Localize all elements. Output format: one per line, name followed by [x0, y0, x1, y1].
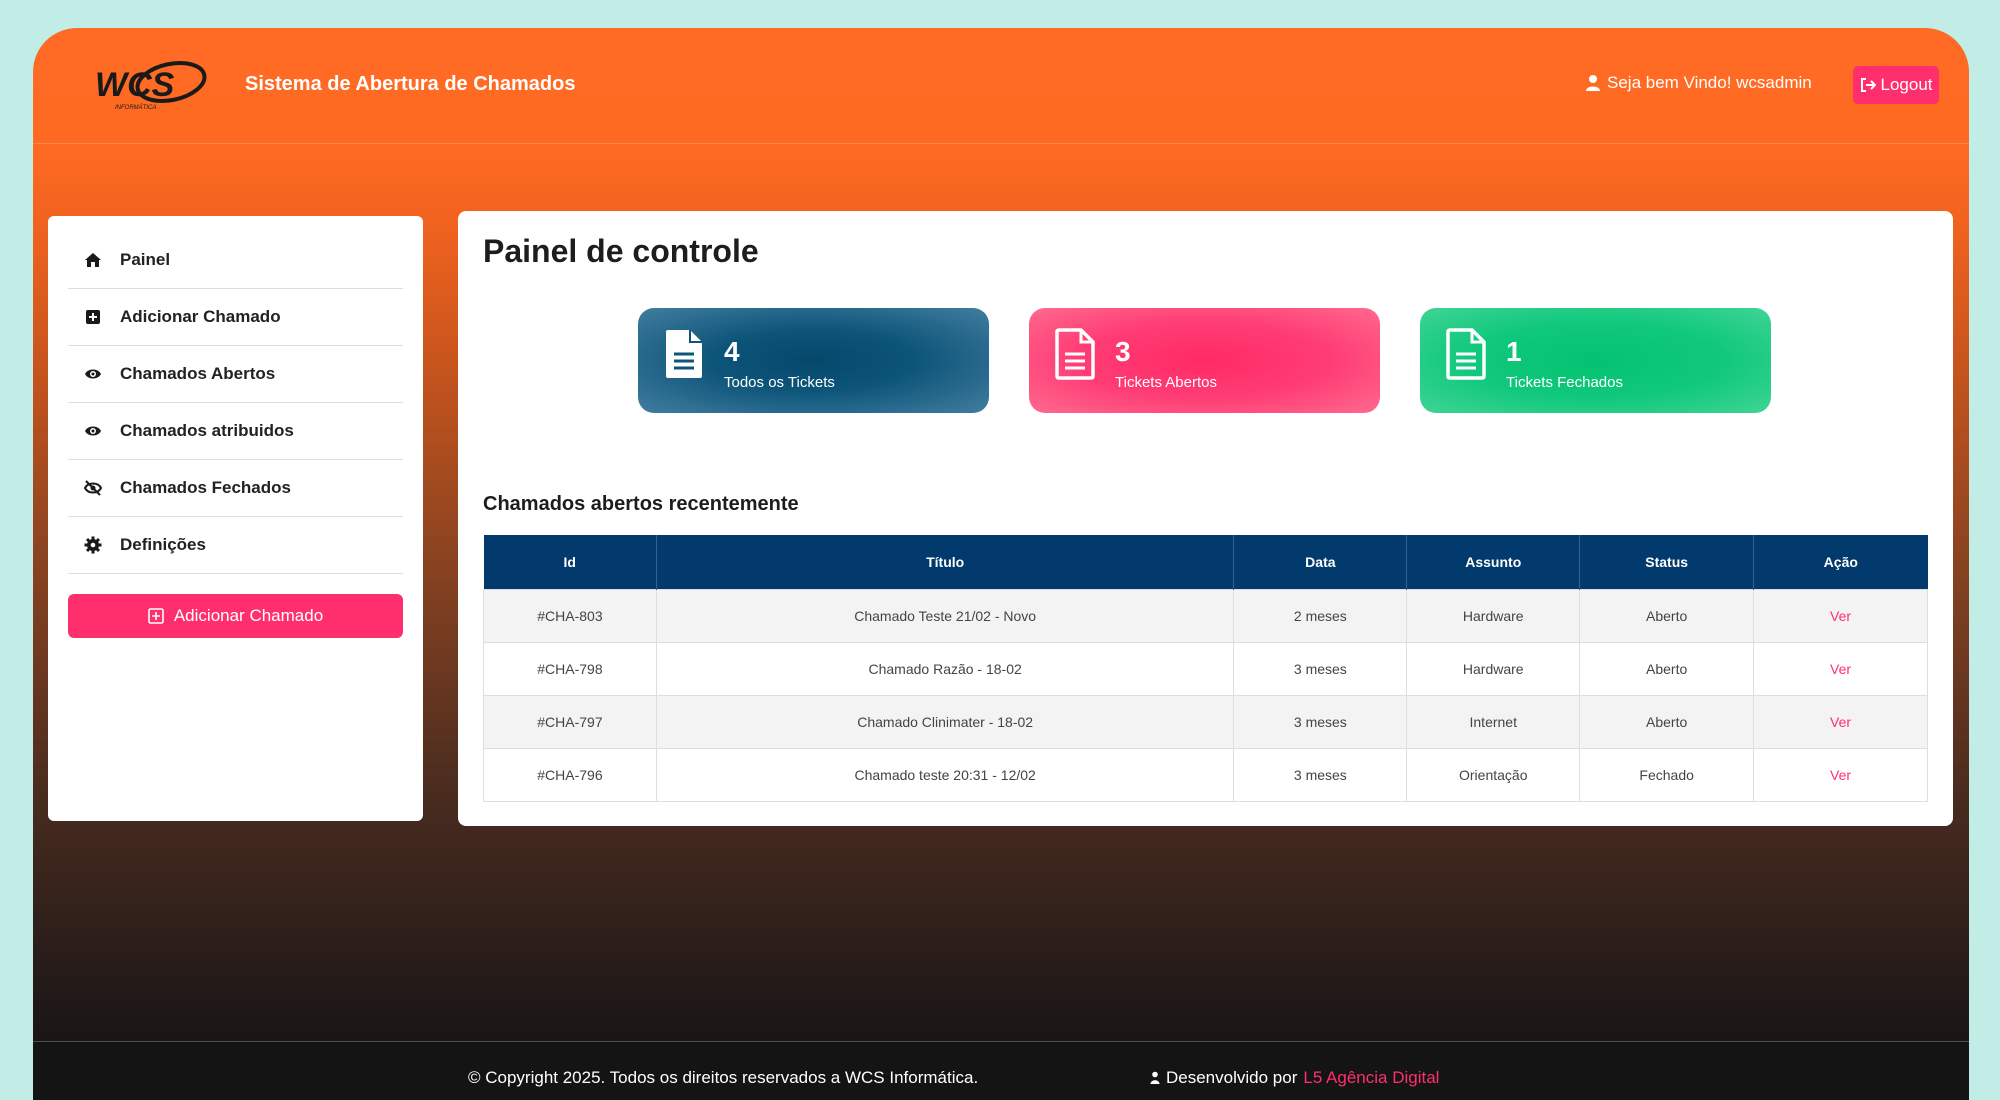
cell-data: 3 meses	[1233, 641, 1408, 696]
user-icon	[1586, 75, 1600, 91]
cell-status: Fechado	[1579, 747, 1755, 802]
copyright-text: © Copyright 2025. Todos os direitos rese…	[468, 1068, 979, 1087]
cell-status: Aberto	[1579, 588, 1755, 643]
card-label: Tickets Abertos	[1115, 374, 1217, 391]
user-icon	[1150, 1071, 1160, 1084]
sidebar-item-label: Definições	[120, 535, 206, 554]
table-row: #CHA-803 Chamado Teste 21/02 - Novo 2 me…	[483, 588, 1928, 643]
card-value: 4	[724, 336, 740, 367]
home-icon	[85, 253, 101, 267]
sidebar-item-chamados-atribuidos[interactable]: Chamados atribuidos	[68, 403, 403, 460]
column-header-acao: Ação	[1753, 535, 1928, 589]
main-panel: Painel de controle 4 Todos os Tickets 3 …	[458, 211, 1953, 826]
sidebar-item-painel[interactable]: Painel	[68, 232, 403, 289]
view-link[interactable]: Ver	[1753, 641, 1928, 696]
cell-assunto: Internet	[1406, 694, 1581, 749]
page-title: Painel de controle	[483, 233, 759, 269]
cell-id: #CHA-796	[483, 747, 657, 802]
card-open-tickets[interactable]: 3 Tickets Abertos	[1029, 308, 1380, 413]
logo-subtext: INFORMÁTICA	[115, 104, 156, 111]
cell-assunto: Orientação	[1406, 747, 1581, 802]
card-value: 3	[1115, 336, 1131, 367]
sidebar-item-label: Adicionar Chamado	[120, 307, 281, 326]
plus-square-icon	[86, 310, 100, 324]
cell-data: 3 meses	[1233, 694, 1408, 749]
table-header-row: Id Título Data Assunto Status Ação	[483, 535, 1928, 589]
sidebar-item-chamados-fechados[interactable]: Chamados Fechados	[68, 460, 403, 517]
table-row: #CHA-796 Chamado teste 20:31 - 12/02 3 m…	[483, 747, 1928, 802]
cell-titulo: Chamado teste 20:31 - 12/02	[655, 747, 1235, 802]
add-ticket-button[interactable]: Adicionar Chamado	[68, 594, 403, 638]
column-header-data: Data	[1233, 535, 1408, 589]
table-row: #CHA-798 Chamado Razão - 18-02 3 meses H…	[483, 641, 1928, 696]
cell-assunto: Hardware	[1406, 588, 1581, 643]
sidebar-item-adicionar-chamado[interactable]: Adicionar Chamado	[68, 289, 403, 346]
section-title: Chamados abertos recentemente	[483, 493, 799, 515]
sign-out-icon	[1860, 78, 1876, 92]
card-all-tickets[interactable]: 4 Todos os Tickets	[638, 308, 989, 413]
sidebar-item-label: Chamados Fechados	[120, 478, 291, 497]
column-header-id: Id	[483, 535, 657, 589]
logout-label: Logout	[1880, 75, 1933, 94]
file-icon	[1055, 328, 1095, 380]
app-frame: WCS INFORMÁTICA Sistema de Abertura de C…	[33, 28, 1969, 1100]
column-header-titulo: Título	[656, 535, 1235, 589]
cell-titulo: Chamado Teste 21/02 - Novo	[655, 588, 1235, 643]
sidebar-item-label: Chamados Abertos	[120, 364, 276, 383]
cell-assunto: Hardware	[1406, 641, 1581, 696]
developer-prefix: Desenvolvido por	[1166, 1068, 1298, 1087]
logo-text: WCS	[95, 66, 175, 104]
view-link[interactable]: Ver	[1753, 747, 1928, 802]
cell-status: Aberto	[1579, 694, 1755, 749]
eye-icon	[85, 369, 101, 379]
card-label: Tickets Fechados	[1506, 374, 1623, 391]
welcome-text: Seja bem Vindo! wcsadmin	[1585, 73, 1812, 93]
sidebar-item-chamados-abertos[interactable]: Chamados Abertos	[68, 346, 403, 403]
top-header: WCS INFORMÁTICA Sistema de Abertura de C…	[33, 28, 1969, 144]
cell-status: Aberto	[1579, 641, 1755, 696]
sidebar-item-definicoes[interactable]: Definições	[68, 517, 403, 574]
footer: © Copyright 2025. Todos os direitos rese…	[33, 1041, 1969, 1100]
column-header-status: Status	[1579, 535, 1755, 589]
cell-data: 3 meses	[1233, 747, 1408, 802]
cell-titulo: Chamado Razão - 18-02	[655, 641, 1235, 696]
gear-icon	[84, 536, 102, 554]
table-row: #CHA-797 Chamado Clinimater - 18-02 3 me…	[483, 694, 1928, 749]
welcome-label: Seja bem Vindo! wcsadmin	[1607, 73, 1812, 92]
developer-link[interactable]: L5 Agência Digital	[1303, 1068, 1439, 1088]
plus-square-icon	[148, 608, 164, 624]
wcs-logo: WCS INFORMÁTICA	[95, 61, 207, 111]
sidebar-item-label: Chamados atribuidos	[120, 421, 294, 440]
view-link[interactable]: Ver	[1753, 694, 1928, 749]
sidebar: Painel Adicionar Chamado Chamados Aberto…	[48, 216, 423, 821]
sidebar-item-label: Painel	[120, 250, 171, 269]
cell-id: #CHA-803	[483, 588, 657, 643]
add-ticket-label: Adicionar Chamado	[173, 606, 324, 625]
column-header-assunto: Assunto	[1406, 535, 1581, 589]
file-icon	[1446, 328, 1486, 380]
card-closed-tickets[interactable]: 1 Tickets Fechados	[1420, 308, 1771, 413]
card-value: 1	[1506, 336, 1522, 367]
developer-credit: Desenvolvido por L5 Agência Digital	[1150, 1068, 1439, 1088]
cell-id: #CHA-798	[483, 641, 657, 696]
cell-titulo: Chamado Clinimater - 18-02	[655, 694, 1235, 749]
cell-data: 2 meses	[1233, 588, 1408, 643]
eye-icon	[85, 426, 101, 436]
card-label: Todos os Tickets	[724, 374, 835, 391]
tickets-table: Id Título Data Assunto Status Ação #CHA-…	[483, 535, 1928, 802]
logout-button[interactable]: Logout	[1853, 66, 1939, 104]
cell-id: #CHA-797	[483, 694, 657, 749]
file-icon	[666, 330, 702, 378]
eye-slash-icon	[84, 480, 102, 496]
app-title: Sistema de Abertura de Chamados	[245, 73, 576, 95]
view-link[interactable]: Ver	[1753, 588, 1928, 643]
